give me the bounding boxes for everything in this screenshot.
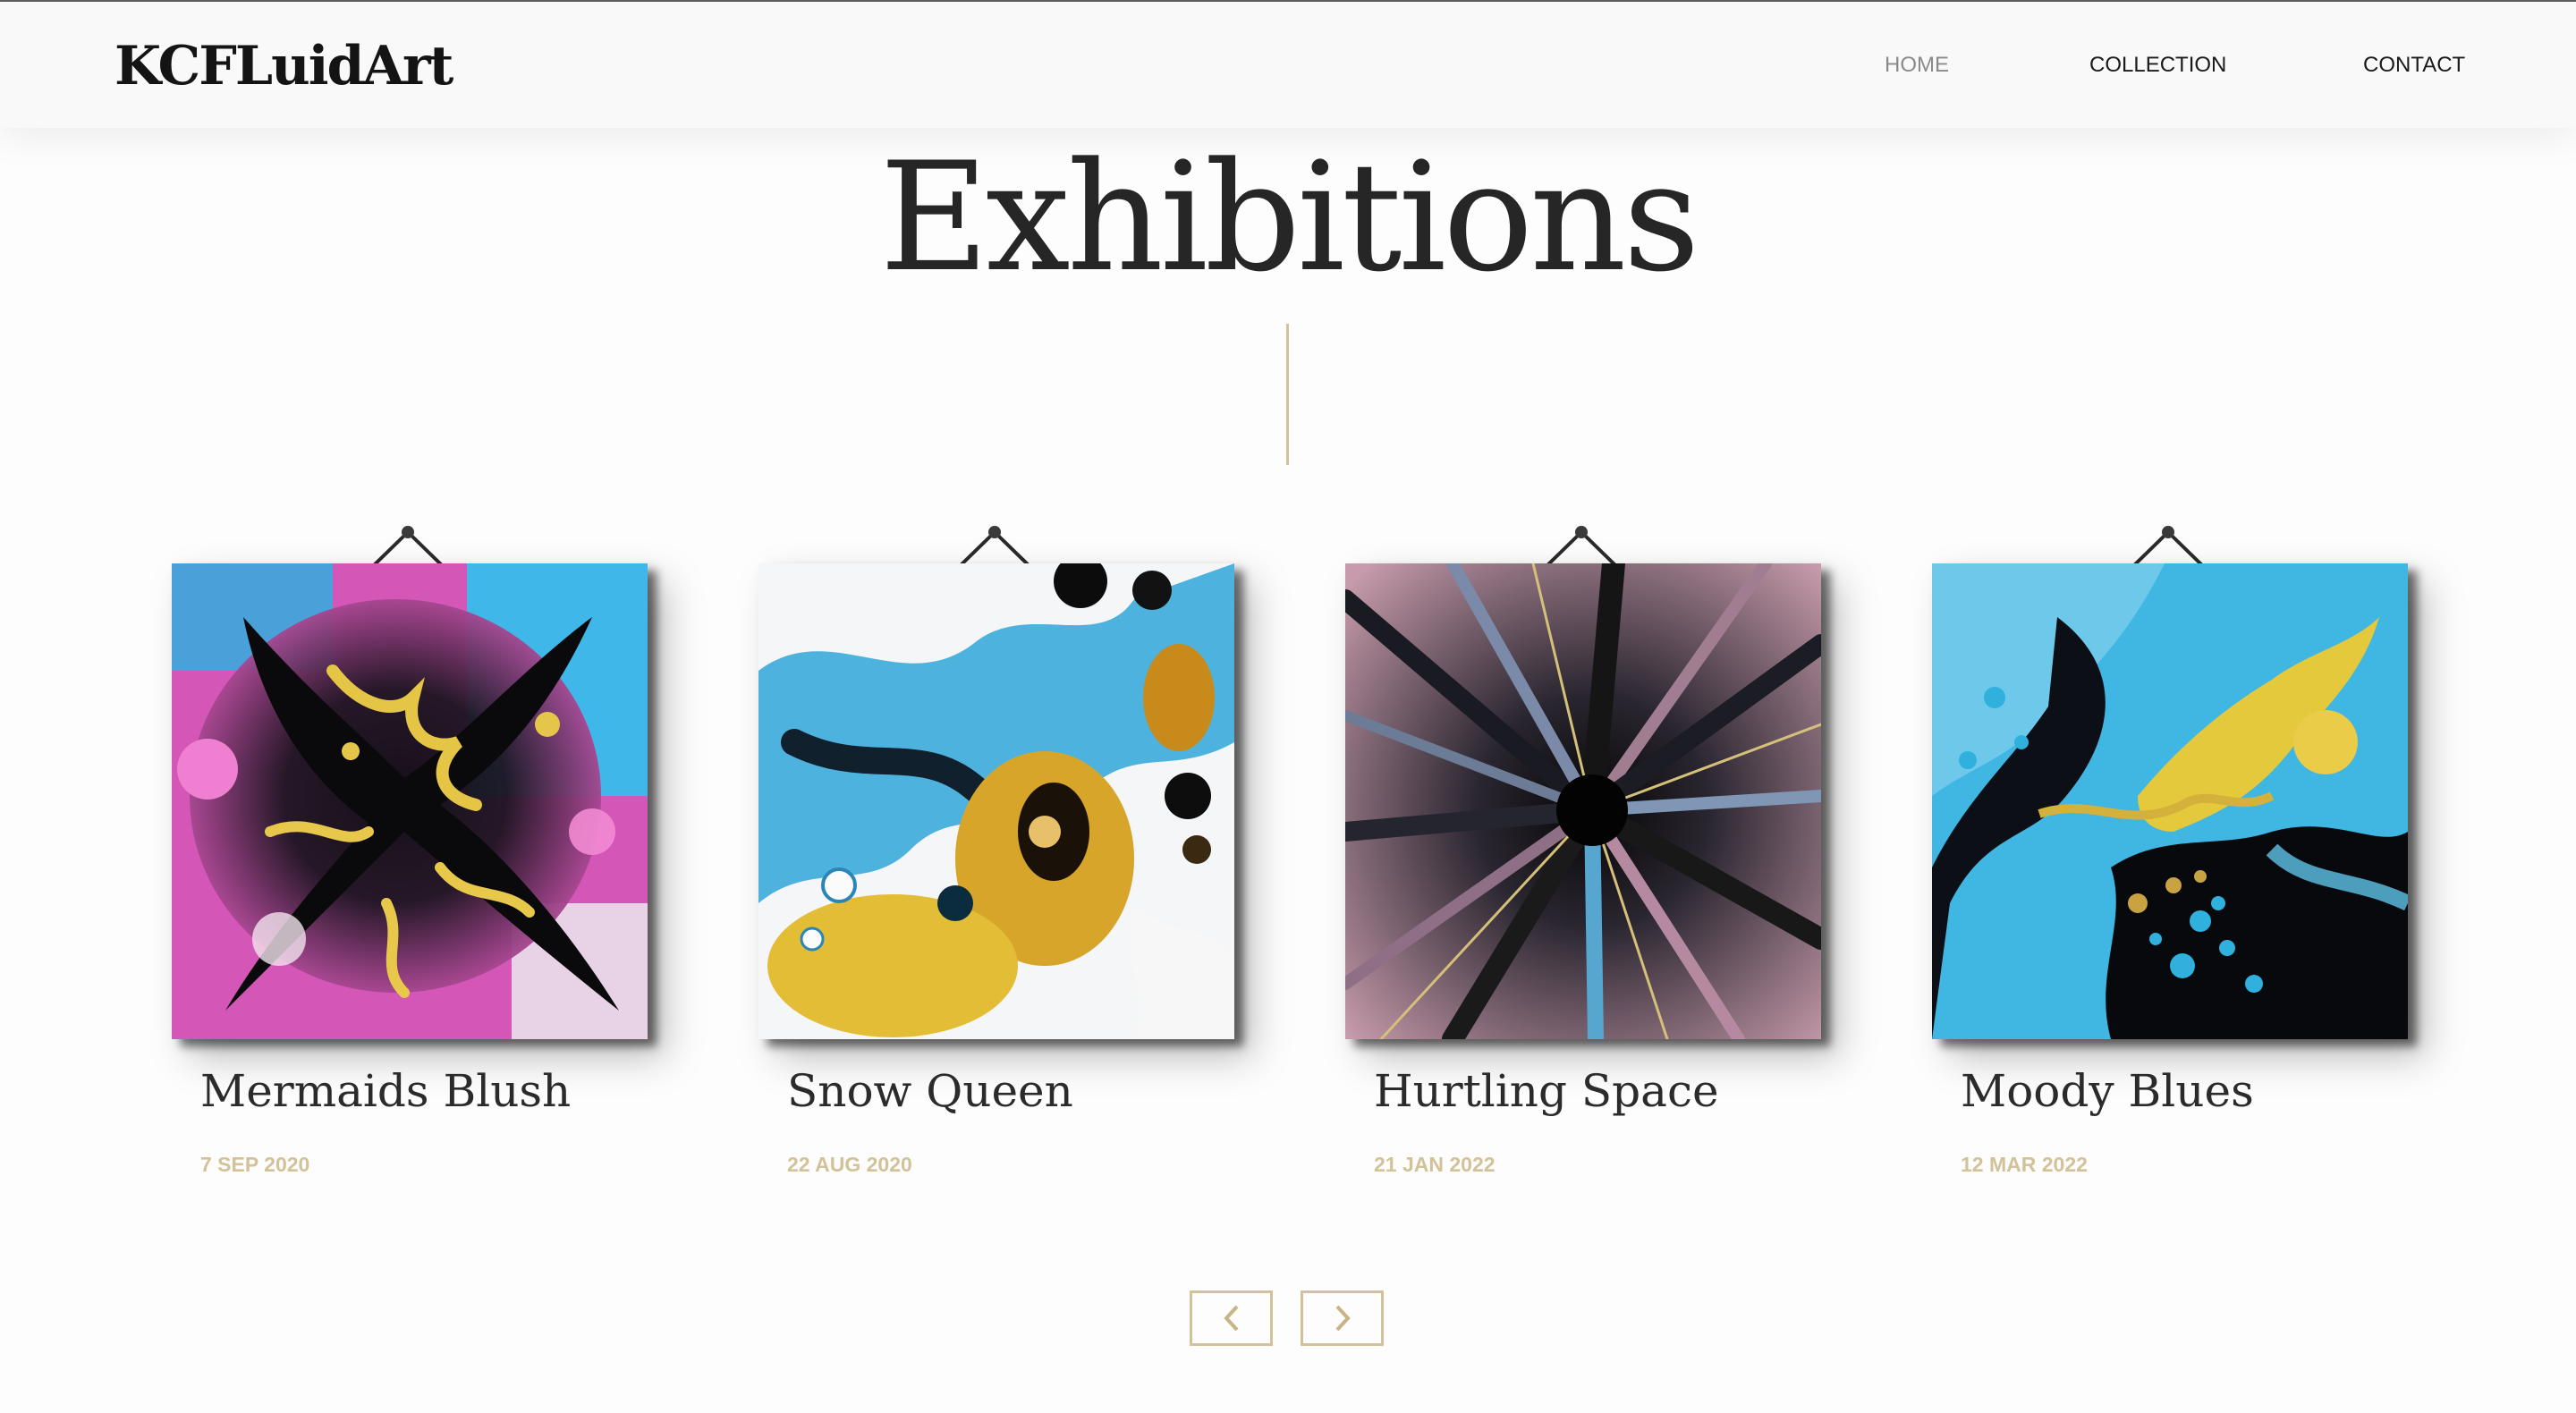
chevron-right-icon bbox=[1335, 1305, 1351, 1332]
painting-hurtling-space bbox=[1345, 563, 1821, 1039]
hanger-icon bbox=[2131, 526, 2205, 566]
artwork-image[interactable] bbox=[1932, 563, 2408, 1039]
artwork-image[interactable] bbox=[1345, 563, 1821, 1039]
artwork-date: 21 JAN 2022 bbox=[1374, 1153, 1496, 1176]
painting-snow-queen bbox=[758, 563, 1234, 1039]
site-logo[interactable]: KCFLuidArt bbox=[114, 34, 453, 98]
artwork-card[interactable]: Hurtling Space 21 JAN 2022 bbox=[1345, 523, 1882, 1203]
exhibitions-gallery: Mermaids Blush 7 SEP 2020 Snow Queen 22 … bbox=[0, 0, 2576, 1413]
artwork-title[interactable]: Mermaids Blush bbox=[200, 1064, 571, 1118]
artwork-date: 22 AUG 2020 bbox=[787, 1153, 912, 1176]
painting-mermaids-blush bbox=[172, 563, 648, 1039]
artwork-title[interactable]: Hurtling Space bbox=[1374, 1064, 1719, 1118]
artwork-date: 7 SEP 2020 bbox=[200, 1153, 310, 1176]
artwork-card[interactable]: Mermaids Blush 7 SEP 2020 bbox=[172, 523, 708, 1203]
next-button[interactable] bbox=[1301, 1290, 1384, 1346]
artwork-image[interactable] bbox=[758, 563, 1234, 1039]
hanger-icon bbox=[1545, 526, 1618, 566]
chevron-left-icon bbox=[1223, 1305, 1238, 1332]
nav-home-link[interactable]: HOME bbox=[1885, 52, 1949, 79]
painting-moody-blues bbox=[1932, 563, 2408, 1039]
artwork-card[interactable]: Snow Queen 22 AUG 2020 bbox=[758, 523, 1295, 1203]
hanger-icon bbox=[371, 526, 445, 566]
previous-button[interactable] bbox=[1190, 1290, 1273, 1346]
hanger-icon bbox=[958, 526, 1031, 566]
nav-collection-link[interactable]: COLLECTION bbox=[2089, 52, 2226, 79]
artwork-card[interactable]: Moody Blues 12 MAR 2022 bbox=[1932, 523, 2469, 1203]
artwork-date: 12 MAR 2022 bbox=[1961, 1153, 2088, 1176]
artwork-image[interactable] bbox=[172, 563, 648, 1039]
site-header: KCFLuidArt HOME COLLECTION CONTACT bbox=[0, 2, 2576, 128]
artwork-title[interactable]: Snow Queen bbox=[787, 1064, 1073, 1118]
artwork-title[interactable]: Moody Blues bbox=[1961, 1064, 2254, 1118]
nav-contact-link[interactable]: CONTACT bbox=[2363, 52, 2465, 79]
